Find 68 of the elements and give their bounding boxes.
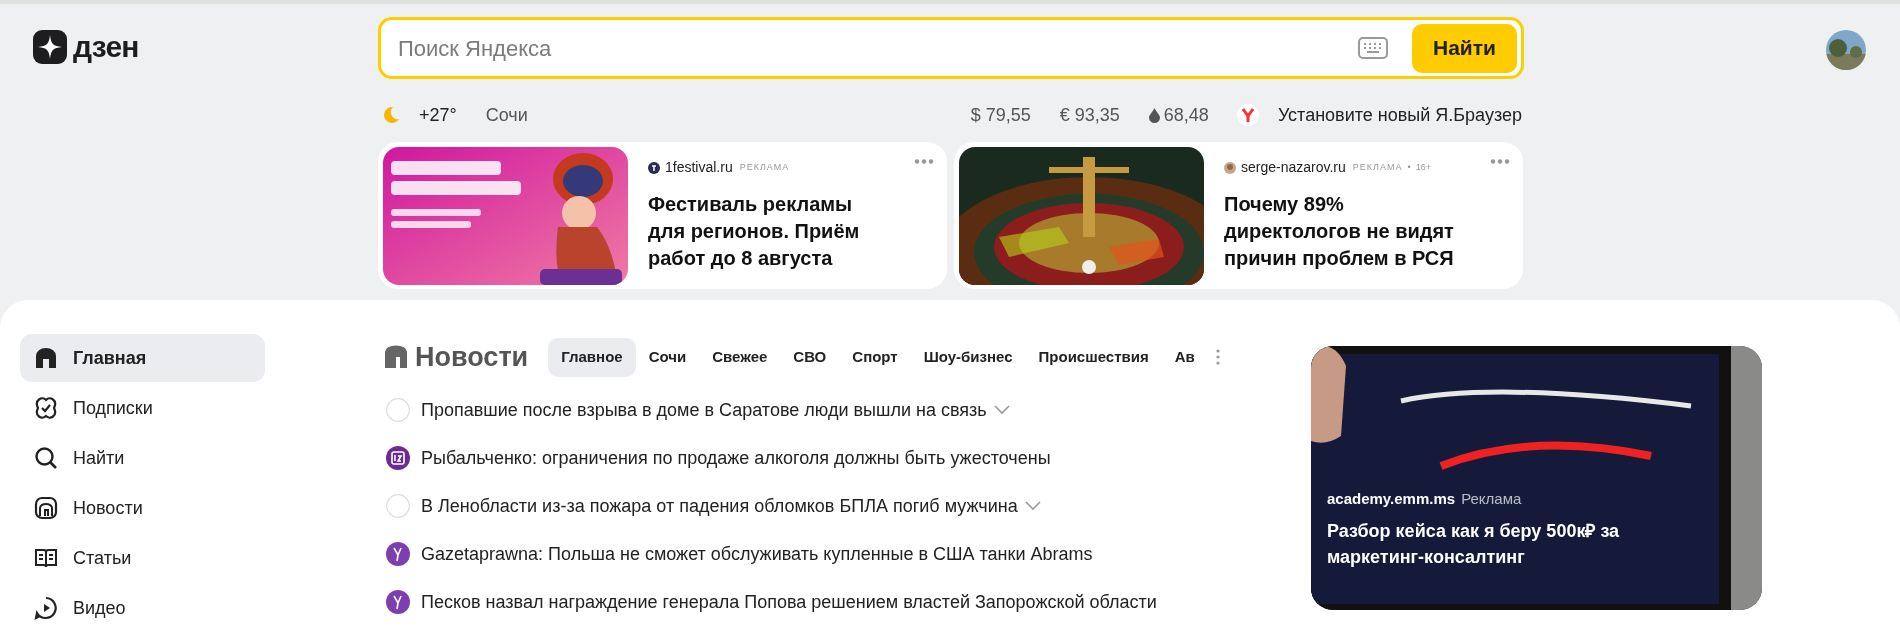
chevron-down-icon[interactable] <box>993 405 1010 415</box>
avatar[interactable] <box>1826 30 1866 70</box>
source-logo-icon <box>386 590 410 614</box>
city-name[interactable]: Сочи <box>485 101 528 129</box>
source-logo-icon <box>386 446 410 470</box>
search-field[interactable]: Поиск Яндекса Найти <box>378 17 1524 79</box>
sidebar-item[interactable]: Видео <box>20 584 265 632</box>
exchange-rate[interactable]: $ 79,55 <box>970 101 1031 129</box>
book-icon <box>34 546 58 570</box>
news-tab[interactable]: Происшествия <box>1025 337 1162 377</box>
logo-text[interactable]: дзен <box>73 32 139 62</box>
news-tab[interactable]: Сочи <box>635 337 700 377</box>
source-avatar-icon <box>1224 161 1236 174</box>
news-tab[interactable]: Шоу-бизнес <box>910 337 1026 377</box>
search-button[interactable]: Найти <box>1412 23 1517 73</box>
temperature[interactable]: +27° <box>419 101 457 129</box>
age-rating: 16+ <box>1415 160 1431 174</box>
news-icon <box>34 496 58 520</box>
play-icon <box>34 596 58 620</box>
ad-card[interactable]: serge-nazarov.ru РЕКЛАМА • 16+ Почему 89% директологов не видят причин проблем в РСЯ <box>954 142 1523 289</box>
clover-check-icon <box>34 396 58 420</box>
source-logo-icon <box>648 161 660 174</box>
exchange-rate[interactable]: € 93,35 <box>1059 101 1120 129</box>
news-headline[interactable]: В Ленобласти из-за пожара от падения обломков БПЛА погиб мужчина <box>421 492 1018 520</box>
section-title[interactable]: Новости <box>415 336 529 378</box>
search-icon <box>34 446 58 470</box>
news-tab[interactable]: Главное <box>548 337 636 377</box>
ad-label: РЕКЛАМА <box>739 160 790 174</box>
source-icon <box>386 398 410 422</box>
ad-label: РЕКЛАМА <box>1352 160 1403 174</box>
ad-source[interactable]: 1festival.ru <box>665 157 733 178</box>
exchange-rate[interactable]: 68,48 <box>1163 101 1209 129</box>
home-icon <box>34 346 58 370</box>
promo-card[interactable]: academy.emm.ms Реклама Разбор кейса как я беру 500к₽ за маркетинг-консалтинг <box>1311 346 1762 610</box>
more-icon[interactable] <box>1215 349 1220 365</box>
news-tab[interactable]: Спорт <box>839 337 911 377</box>
more-icon[interactable] <box>914 159 934 164</box>
sidebar-item[interactable]: Главная <box>20 334 265 382</box>
keyboard-icon[interactable] <box>1358 37 1388 59</box>
ad-source[interactable]: academy.emm.ms <box>1327 487 1456 510</box>
source-icon <box>386 494 410 518</box>
separator-dot: • <box>1407 160 1411 174</box>
ad-source[interactable]: serge-nazarov.ru <box>1241 157 1346 178</box>
ad-title[interactable]: Разбор кейса как я беру 500к₽ за маркетинг-консалтинг <box>1327 518 1657 570</box>
news-headline[interactable]: Gazetaprawna: Польша не сможет обслуживать купленные в США танки Abrams <box>421 540 1093 568</box>
news-headline[interactable]: Рыбальченко: ограничения по продаже алкоголя должны быть ужесточены <box>421 444 1051 472</box>
more-icon[interactable] <box>1490 159 1510 164</box>
sidebar-item[interactable]: Новости <box>20 484 265 532</box>
sidebar-item[interactable]: Подписки <box>20 384 265 432</box>
oil-drop-icon <box>1148 107 1160 123</box>
source-logo-icon <box>386 542 410 566</box>
news-icon <box>383 344 409 370</box>
news-headline[interactable]: Песков назвал награждение генерала Попова решением властей Запорожской области <box>421 588 1157 616</box>
news-tab[interactable]: Ав <box>1161 337 1208 377</box>
logo-icon <box>33 30 67 64</box>
sidebar-item[interactable]: Статьи <box>20 534 265 582</box>
ad-title[interactable]: Почему 89% директологов не видят причин проблем в РСЯ <box>1224 191 1460 272</box>
news-tab[interactable]: СВО <box>780 337 840 377</box>
news-headline[interactable]: Пропавшие после взрыва в доме в Саратове люди вышли на связь <box>421 396 987 424</box>
ad-card[interactable]: 1festival.ru РЕКЛАМА Фестиваль рекламы для регионов. Приём работ до 8 августа <box>378 142 947 289</box>
ad-title[interactable]: Фестиваль рекламы для регионов. Приём работ до 8 августа <box>648 191 884 272</box>
browser-logo-icon <box>1236 104 1259 126</box>
news-tab[interactable]: Свежее <box>699 337 781 377</box>
promo-link[interactable]: Установите новый Я.Браузер <box>1277 101 1522 129</box>
moon-icon <box>384 106 400 124</box>
sidebar-item[interactable]: Найти <box>20 434 265 482</box>
chevron-down-icon[interactable] <box>1024 501 1041 511</box>
ad-label: Реклама <box>1461 488 1522 509</box>
